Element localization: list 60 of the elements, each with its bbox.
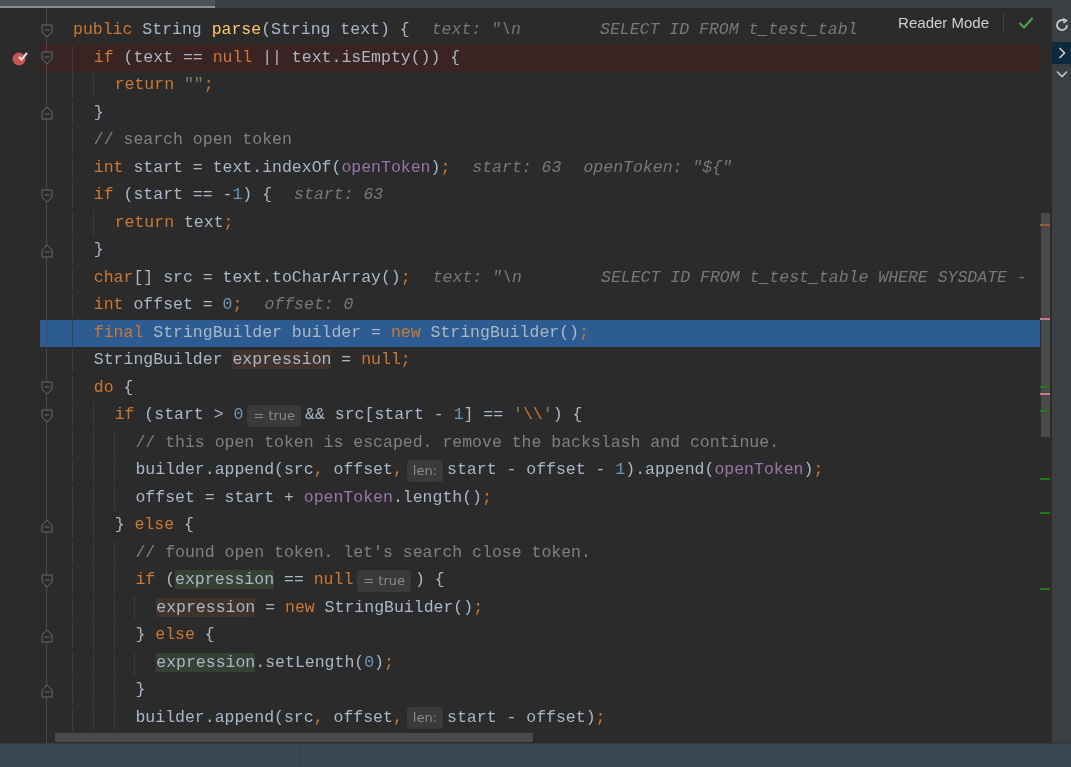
- code-text: start - offset - 1).append(openToken);: [447, 459, 824, 482]
- code-text: ) {: [415, 569, 445, 592]
- code-text: if (expression == null: [73, 568, 354, 594]
- expand-button[interactable]: [1052, 42, 1071, 64]
- code-text: if (start > 0: [73, 403, 244, 429]
- code-text: char[] src = text.toCharArray();: [73, 265, 411, 291]
- inline-debug-value: start: 63: [472, 156, 562, 179]
- refresh-icon[interactable]: [1054, 18, 1069, 32]
- fold-close-icon[interactable]: [41, 106, 53, 121]
- fold-open-icon[interactable]: [41, 51, 53, 66]
- check-icon[interactable]: [1018, 16, 1034, 31]
- fold-open-icon[interactable]: [41, 408, 53, 423]
- fold-open-icon[interactable]: [41, 188, 53, 203]
- code-text: final StringBuilder builder = new StringBuilder();: [73, 320, 589, 346]
- inline-debug-value: openToken: "${": [583, 156, 732, 179]
- code-text: do {: [73, 375, 134, 401]
- code-text: }: [73, 100, 104, 126]
- code-text: }: [73, 678, 146, 704]
- code-text: StringBuilder expression = null;: [73, 348, 411, 374]
- reader-mode-label[interactable]: Reader Mode: [898, 12, 989, 35]
- code-text: } else {: [73, 513, 194, 539]
- code-text: public String parse(String text) {: [73, 19, 410, 42]
- code-text: builder.append(src, offset,: [73, 458, 403, 484]
- code-text: offset = start + openToken.length();: [73, 485, 492, 511]
- fold-close-icon[interactable]: [41, 518, 53, 533]
- breakpoint-icon[interactable]: [12, 50, 29, 67]
- code-text: // found open token. let's search close token.: [73, 540, 591, 566]
- code-text: int start = text.indexOf(openToken);: [73, 155, 451, 181]
- inlay-hint: len:: [406, 459, 444, 482]
- fold-open-icon[interactable]: [41, 573, 53, 588]
- inline-debug-value: text: "\n SELECT ID FROM t_test_tabl: [431, 19, 858, 42]
- fold-open-icon[interactable]: [41, 23, 53, 38]
- code-text: } else {: [73, 623, 215, 649]
- code-text: start - offset);: [447, 706, 606, 729]
- code-text: if (text == null || text.isEmpty()) {: [73, 45, 461, 71]
- code-text: expression.setLength(0);: [73, 650, 394, 676]
- code-text: int offset = 0;: [73, 293, 243, 319]
- code-text: expression = new StringBuilder();: [73, 595, 484, 621]
- code-text: }: [73, 238, 104, 264]
- inlay-hint: len:: [406, 707, 444, 730]
- editor-tab[interactable]: [0, 0, 215, 8]
- code-text: // this open token is escaped. remove the backslash and continue.: [73, 430, 780, 456]
- fold-open-icon[interactable]: [41, 381, 53, 396]
- fold-close-icon[interactable]: [41, 243, 53, 258]
- code-text: builder.append(src, offset,: [73, 705, 403, 731]
- code-text: return text;: [73, 210, 234, 236]
- fold-close-icon[interactable]: [41, 683, 53, 698]
- inline-debug-value: offset: 0: [264, 294, 354, 317]
- fold-close-icon[interactable]: [41, 628, 53, 643]
- code-text: && src[start - 1] == '\\') {: [305, 404, 583, 427]
- inline-debug-value: text: "\n SELECT ID FROM t_test_table WHERE SYSDATE -: [432, 266, 1027, 289]
- inline-debug-value: start: 63: [294, 184, 384, 207]
- inlay-hint: = true: [247, 404, 302, 427]
- horizontal-scrollbar[interactable]: [55, 733, 533, 742]
- code-text: return "";: [73, 73, 214, 99]
- code-text: if (start == -1) {: [73, 183, 273, 209]
- chevron-right-icon: [1057, 47, 1066, 59]
- chevron-down-icon[interactable]: [1055, 70, 1068, 78]
- inlay-hint: = true: [357, 569, 412, 592]
- code-text: // search open token: [73, 128, 292, 154]
